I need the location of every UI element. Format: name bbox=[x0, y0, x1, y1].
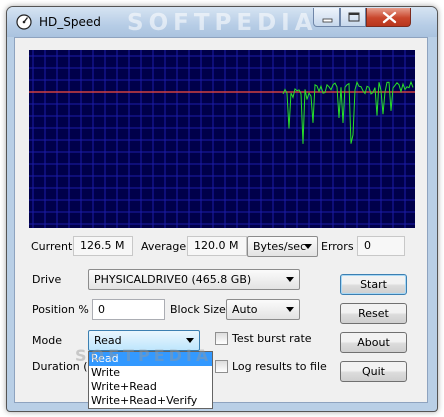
mode-select[interactable]: Read bbox=[88, 330, 200, 351]
mode-option-write[interactable]: Write bbox=[89, 366, 212, 380]
mode-label: Mode bbox=[32, 334, 62, 347]
speed-graph-canvas bbox=[29, 50, 415, 228]
errors-label: Errors bbox=[321, 240, 354, 253]
speed-graph bbox=[29, 50, 415, 228]
drive-label: Drive bbox=[32, 273, 62, 286]
start-button[interactable]: Start bbox=[340, 274, 407, 295]
unit-select-value: Bytes/sec bbox=[253, 240, 307, 253]
unit-select[interactable]: Bytes/sec bbox=[247, 236, 318, 257]
close-icon bbox=[382, 11, 397, 24]
blocksize-label: Block Size bbox=[170, 303, 226, 316]
watermark: SOFTPEDIA bbox=[127, 10, 318, 36]
position-input[interactable]: 0 bbox=[92, 299, 165, 320]
main-panel: Current 126.5 M Average 120.0 M Bytes/se… bbox=[14, 37, 428, 409]
current-label: Current bbox=[31, 240, 73, 253]
drive-select[interactable]: PHYSICALDRIVE0 (465.8 GB) bbox=[88, 269, 300, 290]
reset-button[interactable]: Reset bbox=[340, 303, 407, 324]
close-button[interactable] bbox=[366, 8, 411, 27]
chevron-down-icon bbox=[304, 244, 312, 249]
mode-option-write-read-verify[interactable]: Write+Read+Verify bbox=[89, 394, 212, 408]
chevron-down-icon bbox=[286, 277, 294, 282]
title-bar[interactable]: HD_Speed SOFTPEDIA bbox=[7, 7, 437, 37]
drive-select-value: PHYSICALDRIVE0 (465.8 GB) bbox=[94, 273, 252, 286]
duration-label: Duration ( bbox=[32, 360, 88, 373]
log-results-checkbox[interactable] bbox=[215, 360, 228, 373]
quit-button[interactable]: Quit bbox=[340, 361, 407, 382]
maximize-icon bbox=[348, 12, 360, 22]
app-window: HD_Speed SOFTPEDIA Current 126.5 M Avera… bbox=[6, 6, 438, 412]
mode-option-read[interactable]: Read bbox=[89, 352, 212, 366]
mode-select-value: Read bbox=[94, 334, 122, 347]
chevron-down-icon bbox=[286, 307, 294, 312]
test-burst-checkbox[interactable] bbox=[215, 332, 228, 345]
average-value: 120.0 M bbox=[187, 236, 247, 256]
position-label: Position % bbox=[32, 303, 89, 316]
window-title: HD_Speed bbox=[39, 15, 101, 29]
log-results-label: Log results to file bbox=[232, 360, 327, 373]
test-burst-label: Test burst rate bbox=[232, 332, 312, 345]
about-button[interactable]: About bbox=[340, 332, 407, 353]
mode-dropdown-list: Read Write Write+Read Write+Read+Verify bbox=[88, 351, 213, 409]
current-value: 126.5 M bbox=[73, 236, 133, 256]
average-label: Average bbox=[141, 240, 187, 253]
minimize-icon bbox=[322, 18, 333, 23]
mode-option-write-read[interactable]: Write+Read bbox=[89, 380, 212, 394]
maximize-button[interactable] bbox=[340, 8, 366, 27]
blocksize-select-value: Auto bbox=[232, 303, 258, 316]
minimize-button[interactable] bbox=[313, 8, 340, 27]
errors-value: 0 bbox=[357, 236, 405, 256]
chevron-down-icon bbox=[186, 338, 194, 343]
speedometer-icon bbox=[16, 14, 32, 30]
blocksize-select[interactable]: Auto bbox=[226, 299, 300, 320]
